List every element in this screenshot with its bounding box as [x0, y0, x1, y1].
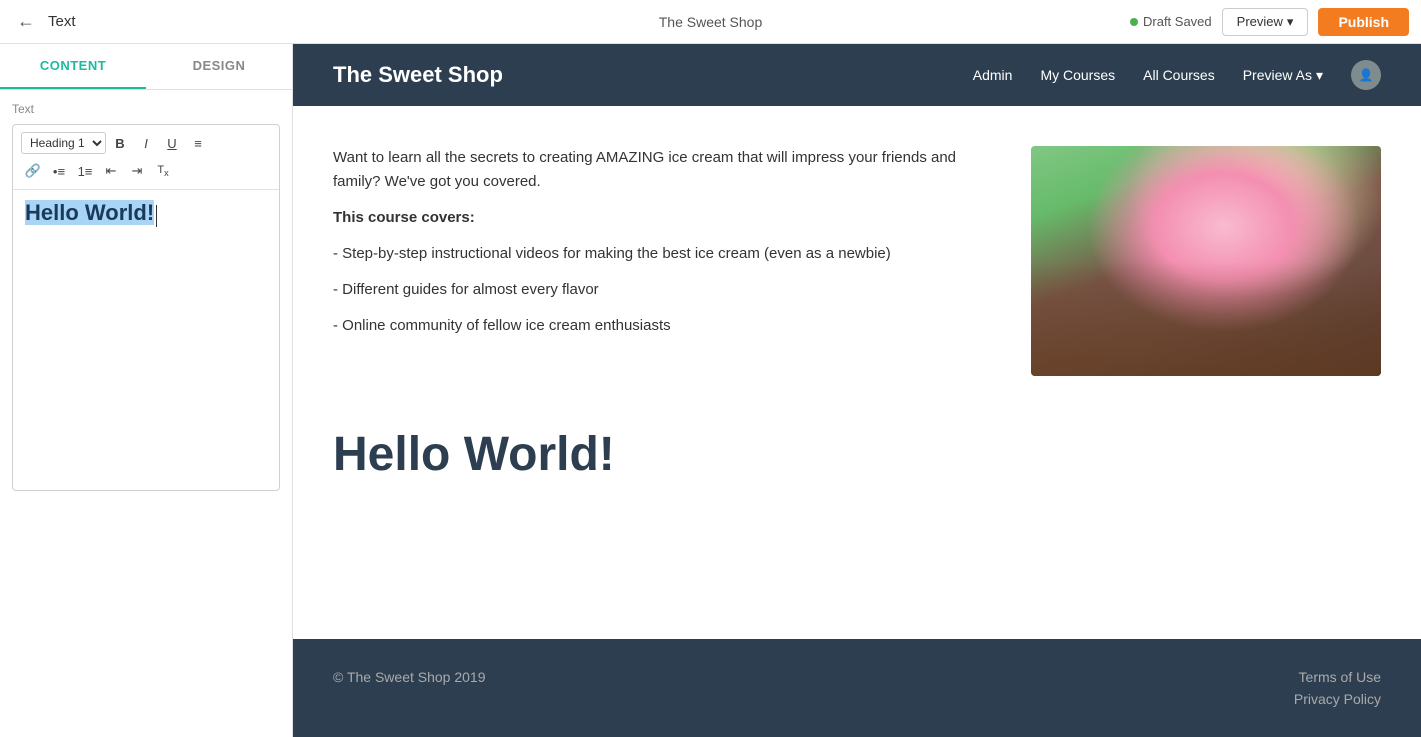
unordered-list-button[interactable]: •≡ — [47, 159, 71, 183]
footer-copyright: © The Sweet Shop 2019 — [333, 669, 1294, 685]
nav-links: Admin My Courses All Courses Preview As … — [973, 60, 1381, 90]
link-button[interactable]: 🔗 — [21, 159, 45, 183]
footer-privacy[interactable]: Privacy Policy — [1294, 691, 1381, 707]
clear-format-icon: Tx — [157, 164, 168, 178]
site-title: The Sweet Shop — [333, 62, 973, 88]
editor-selected-text[interactable]: Hello World! — [25, 200, 154, 225]
ul-icon: •≡ — [53, 164, 65, 179]
bullet-3: - Online community of fellow ice cream e… — [333, 314, 1001, 338]
preview-arrow-icon: ▾ — [1287, 14, 1294, 30]
main-layout: CONTENT DESIGN Text Heading 1 B I U ≡ — [0, 44, 1421, 737]
heading-section: Hello World! — [333, 426, 1381, 484]
bold-button[interactable]: B — [108, 131, 132, 155]
bullet-2: - Different guides for almost every flav… — [333, 278, 1001, 302]
right-content: The Sweet Shop Admin My Courses All Cour… — [293, 44, 1421, 737]
site-nav: The Sweet Shop Admin My Courses All Cour… — [293, 44, 1421, 106]
nav-admin[interactable]: Admin — [973, 67, 1013, 83]
editor-toolbar: Heading 1 B I U ≡ 🔗 •≡ — [13, 125, 279, 190]
toolbar-row-2: 🔗 •≡ 1≡ ⇤ ⇥ — [21, 159, 271, 183]
text-editor-box: Heading 1 B I U ≡ 🔗 •≡ — [12, 124, 280, 491]
tab-content[interactable]: CONTENT — [0, 44, 146, 89]
topbar-right: Draft Saved Preview ▾ Publish — [1130, 8, 1409, 36]
section-label: Text — [12, 102, 280, 116]
nav-preview-as[interactable]: Preview As ▾ — [1243, 67, 1323, 84]
page-title: Text — [48, 13, 1130, 30]
indent-less-icon: ⇤ — [106, 163, 117, 179]
ice-cream-image — [1031, 146, 1381, 376]
preview-as-arrow-icon: ▾ — [1316, 67, 1323, 84]
draft-saved-dot — [1130, 18, 1138, 26]
footer-terms[interactable]: Terms of Use — [1294, 669, 1381, 685]
editor-cursor — [156, 205, 157, 227]
avatar-icon: 👤 — [1359, 68, 1374, 82]
topbar: ← Text The Sweet Shop Draft Saved Previe… — [0, 0, 1421, 44]
toolbar-row-1: Heading 1 B I U ≡ — [21, 131, 271, 155]
site-footer: © The Sweet Shop 2019 Terms of Use Priva… — [293, 639, 1421, 737]
publish-button[interactable]: Publish — [1318, 8, 1409, 36]
footer-links: Terms of Use Privacy Policy — [1294, 669, 1381, 707]
ol-icon: 1≡ — [78, 164, 93, 179]
course-covers-label: This course covers: — [333, 209, 475, 226]
editor-content-area[interactable]: Hello World! — [13, 190, 279, 490]
content-block: Want to learn all the secrets to creatin… — [333, 146, 1381, 376]
tab-design[interactable]: DESIGN — [146, 44, 292, 89]
clear-format-button[interactable]: Tx — [151, 159, 175, 183]
indent-more-icon: ⇥ — [132, 163, 143, 179]
align-button[interactable]: ≡ — [186, 131, 210, 155]
nav-my-courses[interactable]: My Courses — [1040, 67, 1115, 83]
indent-less-button[interactable]: ⇤ — [99, 159, 123, 183]
course-covers-paragraph: This course covers: — [333, 206, 1001, 230]
panel-tabs: CONTENT DESIGN — [0, 44, 292, 90]
hello-world-heading: Hello World! — [333, 426, 1381, 484]
back-button[interactable]: ← — [12, 8, 40, 36]
preview-label: Preview — [1237, 14, 1283, 29]
back-icon: ← — [17, 11, 35, 32]
bullet-1: - Step-by-step instructional videos for … — [333, 242, 1001, 266]
site-name-topbar: The Sweet Shop — [659, 14, 763, 30]
preview-button[interactable]: Preview ▾ — [1222, 8, 1309, 36]
indent-more-button[interactable]: ⇥ — [125, 159, 149, 183]
content-image — [1031, 146, 1381, 376]
nav-all-courses[interactable]: All Courses — [1143, 67, 1215, 83]
left-panel: CONTENT DESIGN Text Heading 1 B I U ≡ — [0, 44, 293, 737]
avatar[interactable]: 👤 — [1351, 60, 1381, 90]
panel-content: Text Heading 1 B I U ≡ 🔗 — [0, 90, 292, 737]
intro-paragraph: Want to learn all the secrets to creatin… — [333, 146, 1001, 194]
page-main: Want to learn all the secrets to creatin… — [293, 106, 1421, 639]
draft-saved-text: Draft Saved — [1143, 14, 1212, 29]
heading-select[interactable]: Heading 1 — [21, 132, 106, 154]
ordered-list-button[interactable]: 1≡ — [73, 159, 97, 183]
underline-button[interactable]: U — [160, 131, 184, 155]
italic-button[interactable]: I — [134, 131, 158, 155]
preview-as-label: Preview As — [1243, 67, 1312, 83]
link-icon: 🔗 — [25, 163, 41, 179]
draft-saved-label: Draft Saved — [1130, 14, 1212, 29]
content-text: Want to learn all the secrets to creatin… — [333, 146, 1001, 350]
